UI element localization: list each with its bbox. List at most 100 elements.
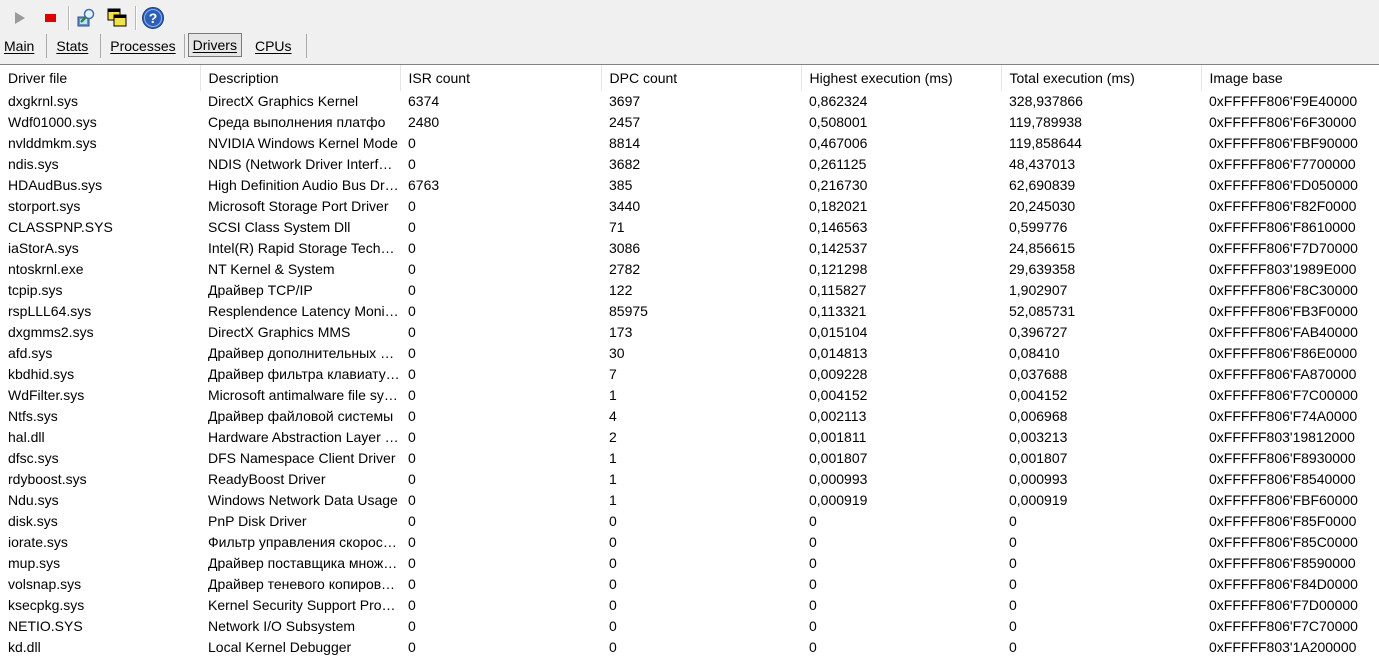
driver-file-cell: rdyboost.sys [8, 471, 87, 487]
driver-file-cell: Ntfs.sys [8, 408, 58, 424]
dpc-count-cell: 1 [609, 450, 617, 466]
table-row[interactable]: disk.sys PnP Disk Driver 0 0 0 0 0xFFFFF806'F8… [0, 511, 1379, 532]
column-header-isr-count[interactable]: ISR count [400, 65, 602, 91]
table-row[interactable]: nvlddmkm.sys NVIDIA Windows Kernel Mode 0 8… [0, 133, 1379, 154]
image-base-cell: 0xFFFFF806'F7700000 [1209, 156, 1356, 172]
tab-cpus[interactable]: CPUs [245, 34, 307, 58]
image-base-cell: 0xFFFFF806'F7C00000 [1209, 387, 1358, 403]
tab-processes[interactable]: Processes [101, 34, 185, 58]
total-execution-cell: 29,639358 [1009, 261, 1076, 277]
table-row[interactable]: WdFilter.sys Microsoft antimalware file s… [0, 385, 1379, 406]
table-row[interactable]: kbdhid.sys Драйвер фильтра клавиатуры 0 7 0,… [0, 364, 1379, 385]
dpc-count-cell: 0 [609, 513, 617, 529]
table-row[interactable]: rspLLL64.sys Resplendence Latency Monitor… [0, 301, 1379, 322]
table-row[interactable]: ntoskrnl.exe NT Kernel & System 0 2782 0,121… [0, 259, 1379, 280]
table-row[interactable]: Wdf01000.sys Среда выполнения платфо 2480 2… [0, 112, 1379, 133]
dpc-count-cell: 0 [609, 534, 617, 550]
tab-bar: Main Stats Processes Drivers CPUs [0, 33, 307, 59]
table-row[interactable]: mup.sys Драйвер поставщика множественного… [0, 553, 1379, 574]
tab-main[interactable]: Main [0, 34, 48, 58]
table-row[interactable]: kd.dll Local Kernel Debugger 0 0 0 0 0xFFFFF80… [0, 637, 1379, 658]
highest-execution-cell: 0,182021 [809, 198, 868, 214]
table-row[interactable]: dxgmms2.sys DirectX Graphics MMS 0 173 0,015… [0, 322, 1379, 343]
table-row[interactable]: storport.sys Microsoft Storage Port Drive… [0, 196, 1379, 217]
total-execution-cell: 0 [1009, 618, 1017, 634]
drivers-table-container[interactable]: Driver file Description ISR count DPC co… [0, 64, 1379, 659]
highest-execution-cell: 0,146563 [809, 219, 868, 235]
total-execution-cell: 0 [1009, 513, 1017, 529]
table-row[interactable]: ndis.sys NDIS (Network Driver Interface 0 3… [0, 154, 1379, 175]
image-base-cell: 0xFFFFF806'F85F0000 [1209, 513, 1357, 529]
highest-execution-cell: 0,004152 [809, 387, 868, 403]
total-execution-cell: 0,006968 [1009, 408, 1068, 424]
dpc-count-cell: 1 [609, 492, 617, 508]
image-base-cell: 0xFFFFF803'19812000 [1209, 429, 1355, 445]
table-row[interactable]: dxgkrnl.sys DirectX Graphics Kernel 6374 36… [0, 91, 1379, 112]
tab-stats[interactable]: Stats [47, 34, 102, 58]
image-base-cell: 0xFFFFF806'F84D0000 [1209, 576, 1358, 592]
driver-file-cell: rspLLL64.sys [8, 303, 92, 319]
highest-execution-cell: 0,467006 [809, 135, 868, 151]
image-base-cell: 0xFFFFF806'F8540000 [1209, 471, 1356, 487]
table-row[interactable]: rdyboost.sys ReadyBoost Driver 0 1 0,000993 0… [0, 469, 1379, 490]
help-button[interactable]: ? [140, 5, 166, 31]
column-header-total-execution[interactable]: Total execution (ms) [1001, 65, 1202, 91]
table-row[interactable]: iaStorA.sys Intel(R) Rapid Storage Techno… [0, 238, 1379, 259]
analyze-button[interactable] [73, 5, 99, 31]
highest-execution-cell: 0,014813 [809, 345, 868, 361]
table-row[interactable]: dfsc.sys DFS Namespace Client Driver 0 1 0,0… [0, 448, 1379, 469]
dpc-count-cell: 173 [609, 324, 633, 340]
table-row[interactable]: volsnap.sys Драйвер теневого копирования 0… [0, 574, 1379, 595]
dpc-count-cell: 0 [609, 618, 617, 634]
total-execution-cell: 119,858644 [1009, 135, 1082, 151]
driver-file-cell: WdFilter.sys [8, 387, 85, 403]
highest-execution-cell: 0 [809, 555, 817, 571]
stop-button[interactable] [37, 5, 63, 31]
copy-windows-button[interactable] [104, 5, 130, 31]
column-header-highest-execution[interactable]: Highest execution (ms) [801, 65, 1002, 91]
isr-count-cell: 0 [408, 555, 416, 571]
table-row[interactable]: ksecpkg.sys Kernel Security Support Provi… [0, 595, 1379, 616]
start-button[interactable] [6, 5, 32, 31]
description-cell: Network I/O Subsystem [208, 618, 356, 634]
image-base-cell: 0xFFFFF806'FA870000 [1209, 366, 1357, 382]
table-row[interactable]: CLASSPNP.SYS SCSI Class System Dll 0 71 0,14… [0, 217, 1379, 238]
dpc-count-cell: 122 [609, 282, 633, 298]
dpc-count-cell: 30 [609, 345, 625, 361]
description-cell: DirectX Graphics Kernel [208, 93, 359, 109]
table-row[interactable]: Ntfs.sys Драйвер файловой системы 0 4 0,0021… [0, 406, 1379, 427]
total-execution-cell: 0 [1009, 534, 1017, 550]
description-cell: NT Kernel & System [208, 261, 335, 277]
driver-file-cell: disk.sys [8, 513, 58, 529]
table-row[interactable]: NETIO.SYS Network I/O Subsystem 0 0 0 0 0xFFFF… [0, 616, 1379, 637]
isr-count-cell: 0 [408, 597, 416, 613]
highest-execution-cell: 0 [809, 618, 817, 634]
highest-execution-cell: 0,015104 [809, 324, 868, 340]
image-base-cell: 0xFFFFF806'F74A0000 [1209, 408, 1358, 424]
description-cell: High Definition Audio Bus Driver [208, 177, 400, 193]
tab-drivers[interactable]: Drivers [187, 33, 242, 57]
driver-file-cell: dxgmms2.sys [8, 324, 94, 340]
total-execution-cell: 62,690839 [1009, 177, 1076, 193]
highest-execution-cell: 0,001811 [809, 429, 867, 445]
stop-icon [45, 14, 56, 22]
table-row[interactable]: afd.sys Драйвер дополнительных функций 0 30… [0, 343, 1379, 364]
column-header-description[interactable]: Description [200, 65, 401, 91]
driver-file-cell: Wdf01000.sys [8, 114, 97, 130]
table-row[interactable]: hal.dll Hardware Abstraction Layer DLL 0 2 0… [0, 427, 1379, 448]
highest-execution-cell: 0,000993 [809, 471, 868, 487]
driver-file-cell: mup.sys [8, 555, 61, 571]
table-row[interactable]: HDAudBus.sys High Definition Audio Bus Dr… [0, 175, 1379, 196]
table-row[interactable]: tcpip.sys Драйвер TCP/IP 0 122 0,115827 1,902… [0, 280, 1379, 301]
dpc-count-cell: 3697 [609, 93, 641, 109]
drivers-table: Driver file Description ISR count DPC co… [0, 65, 1379, 658]
column-header-driver-file[interactable]: Driver file [0, 65, 201, 91]
highest-execution-cell: 0,009228 [809, 366, 868, 382]
table-row[interactable]: iorate.sys Фильтр управления скоростью 0 0 0… [0, 532, 1379, 553]
table-row[interactable]: Ndu.sys Windows Network Data Usage 0 1 0,000… [0, 490, 1379, 511]
image-base-cell: 0xFFFFF806'FD050000 [1209, 177, 1358, 193]
total-execution-cell: 0,003213 [1009, 429, 1068, 445]
column-header-image-base[interactable]: Image base [1201, 65, 1379, 91]
description-cell: Microsoft Storage Port Driver [208, 198, 389, 214]
column-header-dpc-count[interactable]: DPC count [601, 65, 802, 91]
